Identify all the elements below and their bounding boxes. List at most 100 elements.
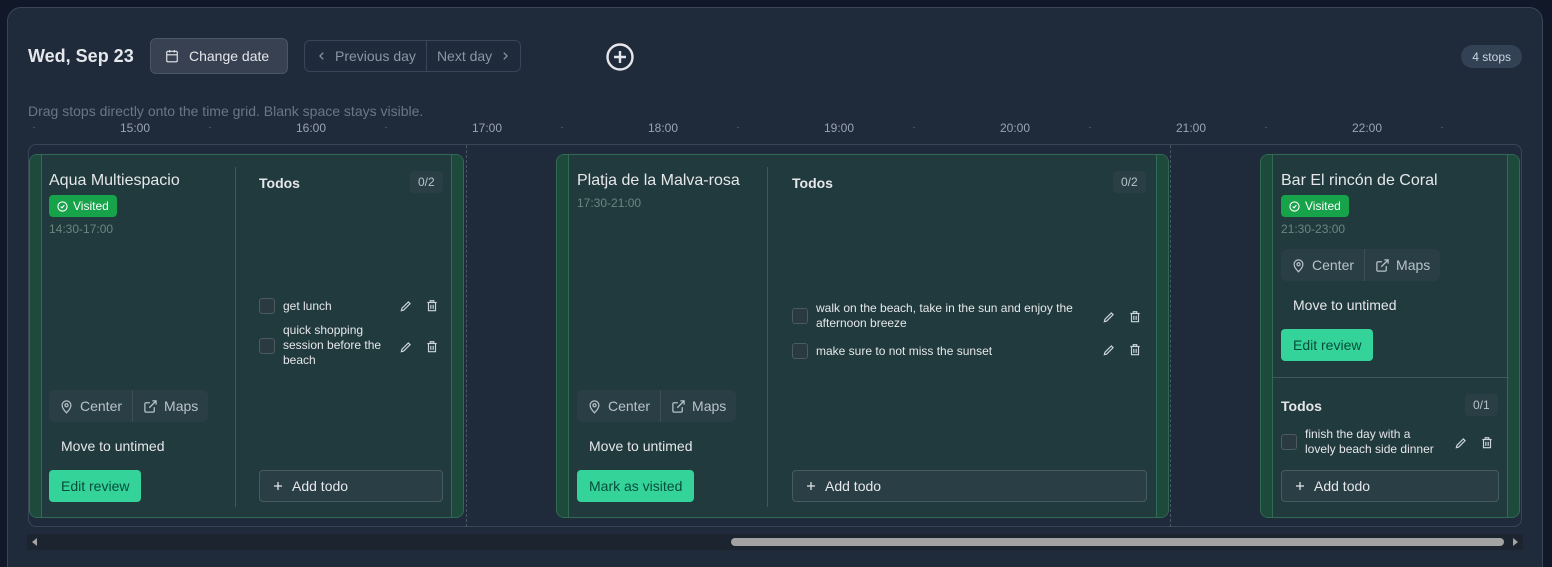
resize-handle-right[interactable] <box>1507 155 1519 517</box>
add-todo-button[interactable]: Add todo <box>1281 470 1499 502</box>
tick-dot: · <box>32 122 36 133</box>
center-button[interactable]: Center <box>577 390 660 422</box>
stop-name: Bar El rincón de Coral <box>1281 172 1438 189</box>
add-todo-label: Add todo <box>1314 478 1371 494</box>
location-actions: Center Maps <box>577 390 737 422</box>
todo-checkbox[interactable] <box>259 298 275 314</box>
move-to-untimed-button[interactable]: Move to untimed <box>1293 297 1397 313</box>
resize-handle-right[interactable] <box>1156 155 1168 517</box>
todo-text: make sure to not miss the sunset <box>816 343 993 358</box>
edit-icon[interactable] <box>1102 343 1116 357</box>
stop-card[interactable]: Platja de la Malva-rosa 17:30-21:00 Cent… <box>556 154 1169 518</box>
visited-badge: Visited <box>1281 195 1349 217</box>
time-tick: 20:00 <box>999 121 1031 135</box>
tick-dot: · <box>912 122 916 133</box>
maps-label: Maps <box>692 398 727 414</box>
external-link-icon <box>1375 258 1390 273</box>
previous-day-label: Previous day <box>335 48 416 64</box>
center-label: Center <box>80 398 123 414</box>
trash-icon[interactable] <box>1480 436 1494 450</box>
card-divider <box>1273 377 1509 378</box>
location-actions: Center Maps <box>49 390 209 422</box>
trash-icon[interactable] <box>1128 343 1142 357</box>
resize-handle-left[interactable] <box>1261 155 1273 517</box>
add-stop-button[interactable] <box>605 42 635 72</box>
visited-label: Visited <box>1305 199 1341 213</box>
tick-dot: · <box>1088 122 1092 133</box>
resize-handle-left[interactable] <box>30 155 42 517</box>
scroll-left-arrow[interactable] <box>32 538 37 546</box>
center-button[interactable]: Center <box>49 390 132 422</box>
todo-text: get lunch <box>283 298 332 313</box>
card-divider <box>767 167 768 507</box>
map-pin-icon <box>59 399 74 414</box>
scroll-right-arrow[interactable] <box>1513 538 1518 546</box>
stop-time: 14:30-17:00 <box>49 222 114 236</box>
check-circle-icon <box>1289 200 1300 212</box>
todo-count-badge: 0/2 <box>1113 171 1146 193</box>
grid-line <box>466 145 467 527</box>
maps-button[interactable]: Maps <box>660 390 736 422</box>
add-todo-label: Add todo <box>825 478 882 494</box>
time-tick: 15:00 <box>119 121 151 135</box>
todo-checkbox[interactable] <box>259 337 275 354</box>
edit-icon[interactable] <box>1102 310 1116 324</box>
add-todo-button[interactable]: Add todo <box>259 470 443 502</box>
center-label: Center <box>608 398 651 414</box>
edit-review-button[interactable]: Edit review <box>1281 329 1374 361</box>
trash-icon[interactable] <box>425 299 439 313</box>
todo-item: make sure to not miss the sunset <box>792 343 1092 359</box>
resize-handle-right[interactable] <box>451 155 463 517</box>
map-pin-icon <box>1291 258 1306 273</box>
chevron-left-icon <box>317 51 327 61</box>
day-navigation: Previous day Next day <box>304 40 522 72</box>
maps-button[interactable]: Maps <box>1364 249 1440 281</box>
change-date-button[interactable]: Change date <box>150 38 288 74</box>
todo-item: walk on the beach, take in the sun and e… <box>792 301 1092 331</box>
trash-icon[interactable] <box>425 340 439 354</box>
todo-item: finish the day with a lovely beach side … <box>1281 427 1441 457</box>
stop-card[interactable]: Aqua Multiespacio Visited 14:30-17:00 Ce… <box>29 154 464 518</box>
todo-checkbox[interactable] <box>792 308 808 324</box>
todo-checkbox[interactable] <box>1281 434 1297 450</box>
todo-item: get lunch <box>259 298 409 314</box>
add-todo-button[interactable]: Add todo <box>792 470 1147 502</box>
plus-circle-icon <box>605 42 635 72</box>
time-tick: 21:00 <box>1175 121 1207 135</box>
time-tick: 16:00 <box>295 121 327 135</box>
time-tick: 19:00 <box>823 121 855 135</box>
mark-as-visited-button[interactable]: Mark as visited <box>577 470 695 502</box>
drag-hint: Drag stops directly onto the time grid. … <box>28 103 424 119</box>
stop-card[interactable]: Bar El rincón de Coral Visited 21:30-23:… <box>1260 154 1520 518</box>
resize-handle-left[interactable] <box>557 155 569 517</box>
maps-label: Maps <box>1396 257 1431 273</box>
horizontal-scrollbar[interactable] <box>27 534 1523 550</box>
move-to-untimed-button[interactable]: Move to untimed <box>61 438 165 454</box>
external-link-icon <box>143 399 158 414</box>
next-day-button[interactable]: Next day <box>427 41 520 71</box>
center-label: Center <box>1312 257 1355 273</box>
previous-day-button[interactable]: Previous day <box>305 41 427 71</box>
move-to-untimed-button[interactable]: Move to untimed <box>589 438 693 454</box>
edit-icon[interactable] <box>399 299 413 313</box>
todos-title: Todos <box>259 175 300 191</box>
edit-review-button[interactable]: Edit review <box>49 470 142 502</box>
todo-checkbox[interactable] <box>792 343 808 359</box>
time-tick: 18:00 <box>647 121 679 135</box>
edit-icon[interactable] <box>399 340 413 354</box>
next-day-label: Next day <box>436 48 493 64</box>
scrollbar-thumb[interactable] <box>731 538 1504 546</box>
plus-icon <box>272 480 284 492</box>
tick-dot: · <box>1440 122 1444 133</box>
calendar-icon <box>165 49 179 63</box>
external-link-icon <box>671 399 686 414</box>
add-todo-label: Add todo <box>292 478 349 494</box>
maps-button[interactable]: Maps <box>132 390 208 422</box>
center-button[interactable]: Center <box>1281 249 1364 281</box>
maps-label: Maps <box>164 398 199 414</box>
trash-icon[interactable] <box>1128 310 1142 324</box>
stop-name: Platja de la Malva-rosa <box>577 172 740 189</box>
grid-line <box>1170 145 1171 527</box>
edit-icon[interactable] <box>1454 436 1468 450</box>
plus-icon <box>1294 480 1306 492</box>
